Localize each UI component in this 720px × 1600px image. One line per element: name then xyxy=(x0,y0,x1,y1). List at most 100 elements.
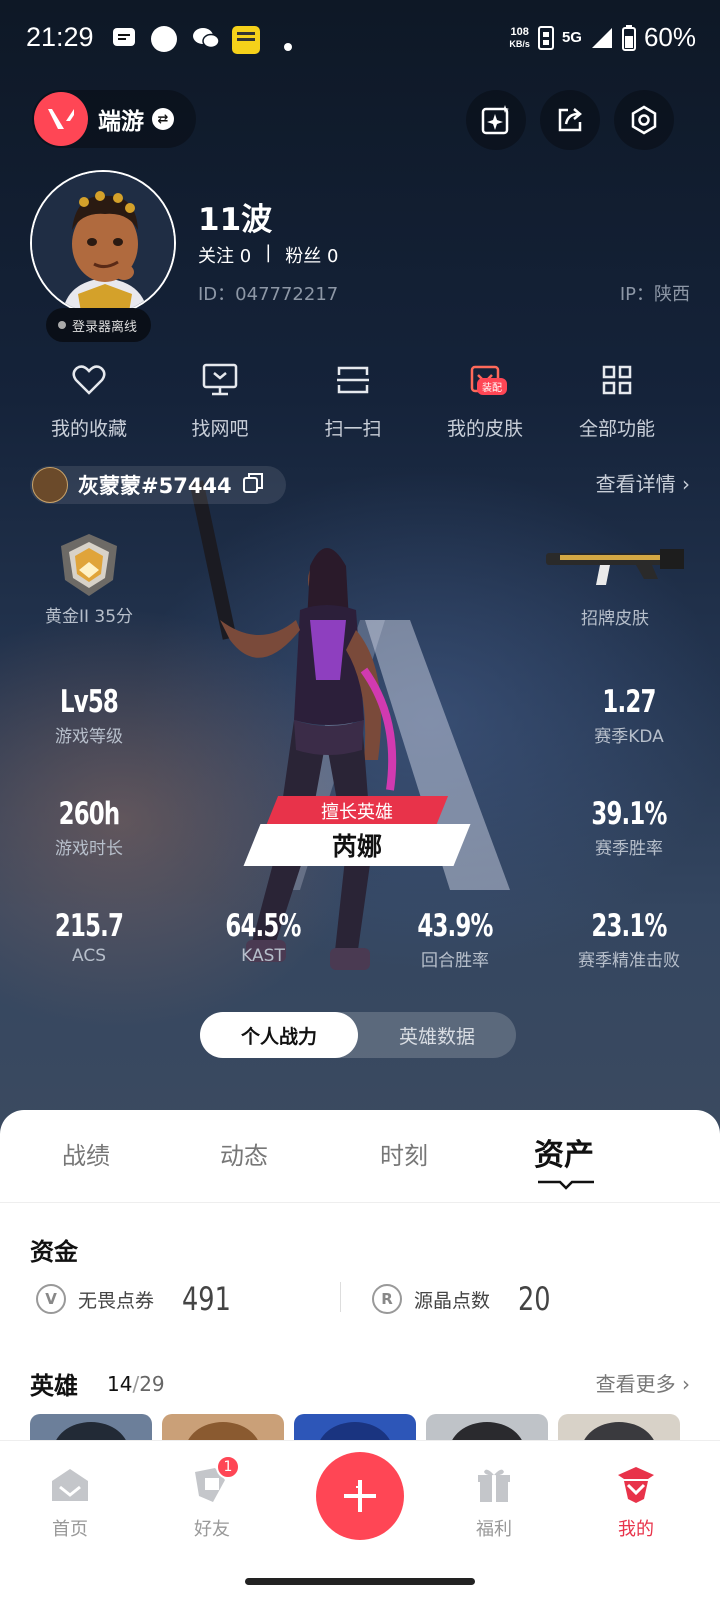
notification-icon xyxy=(112,26,136,52)
quick-action-favorites[interactable]: 我的收藏 xyxy=(24,360,154,441)
plus-icon xyxy=(344,1480,376,1512)
battery-icon xyxy=(621,24,636,51)
heroes-total: 29 xyxy=(139,1372,165,1396)
copy-icon[interactable] xyxy=(242,472,264,498)
best-hero-tag: 擅长英雄 xyxy=(265,796,449,826)
ai-card-button[interactable] xyxy=(466,90,526,150)
fans-link[interactable]: 粉丝 0 xyxy=(285,242,338,268)
tab-record[interactable]: 战绩 xyxy=(62,1136,110,1171)
nav-me[interactable]: 我的 xyxy=(586,1461,686,1541)
radianite-points: R 源晶点数 20 xyxy=(372,1280,559,1318)
quick-action-label: 我的收藏 xyxy=(50,418,127,440)
fans-count: 0 xyxy=(327,246,339,267)
radianite-points-label: 源晶点数 xyxy=(414,1289,491,1312)
level-stat: Lv58 游戏等级 xyxy=(4,684,174,747)
quick-action-find-cafe[interactable]: 找网吧 xyxy=(155,360,285,441)
view-details-link[interactable]: 查看详情 › xyxy=(596,468,690,497)
network-speed-unit: KB/s xyxy=(509,38,530,49)
funds-title: 资金 xyxy=(30,1238,78,1266)
level-value: Lv58 xyxy=(59,684,119,720)
battery-level: 60% xyxy=(643,22,696,52)
avatar[interactable] xyxy=(30,170,176,316)
wechat-icon xyxy=(192,26,220,54)
network-speed: 108 KB/s xyxy=(509,26,530,50)
friends-icon xyxy=(162,1461,262,1509)
round-winrate-value: 43.9% xyxy=(417,908,493,944)
winrate-value: 39.1% xyxy=(591,796,667,832)
signature-skin-stat[interactable]: 招牌皮肤 xyxy=(530,540,700,629)
round-winrate-stat: 43.9% 回合胜率 xyxy=(370,908,540,971)
launcher-status-text: 登录器离线 xyxy=(72,319,138,335)
signature-skin-label: 招牌皮肤 xyxy=(581,609,649,629)
settings-button[interactable] xyxy=(614,90,674,150)
tab-assets[interactable]: 资产 xyxy=(534,1130,594,1174)
quick-actions: 我的收藏 找网吧 扫一扫 装配 我的皮肤 全部功能 xyxy=(0,360,720,440)
playtime-stat: 260h 游戏时长 xyxy=(4,796,174,859)
hero-data-tab[interactable]: 英雄数据 xyxy=(358,1012,516,1058)
rank-stat[interactable]: 黄金II 35分 xyxy=(4,532,174,627)
valorant-points-icon: V xyxy=(36,1284,66,1314)
friends-badge: 1 xyxy=(216,1455,240,1479)
quick-action-label: 我的皮肤 xyxy=(446,418,523,440)
riot-id: 灰蒙蒙#57444 xyxy=(78,474,232,498)
winrate-label: 赛季胜率 xyxy=(595,839,663,859)
status-time: 21:29 xyxy=(26,22,94,52)
share-button[interactable] xyxy=(540,90,600,150)
circle-app-icon xyxy=(150,26,178,58)
view-more-label: 查看更多 xyxy=(595,1372,676,1396)
riot-id-tag[interactable]: 灰蒙蒙#57444 xyxy=(30,466,286,504)
view-details-label: 查看详情 xyxy=(595,472,676,496)
rank-label: 黄金II 35分 xyxy=(44,607,134,627)
nav-label: 好友 xyxy=(194,1519,230,1540)
chevron-right-icon: › xyxy=(682,472,690,496)
nav-label: 福利 xyxy=(476,1519,512,1540)
offline-dot-icon xyxy=(58,321,66,329)
precision-kill-stat: 23.1% 赛季精准击败 xyxy=(544,908,714,971)
nav-welfare[interactable]: 福利 xyxy=(444,1461,544,1541)
add-post-button[interactable] xyxy=(316,1452,404,1540)
gift-icon xyxy=(444,1461,544,1509)
quick-action-label: 扫一扫 xyxy=(324,418,382,440)
share-icon xyxy=(558,108,582,132)
chevron-right-icon: › xyxy=(682,1372,690,1396)
dot-icon xyxy=(284,36,292,55)
level-label: 游戏等级 xyxy=(55,727,123,747)
view-more-heroes-link[interactable]: 查看更多 › xyxy=(596,1368,690,1397)
rifle-skin-icon xyxy=(530,540,700,590)
monitor-icon xyxy=(155,360,285,400)
following-link[interactable]: 关注 0 xyxy=(198,242,251,268)
winrate-stat: 39.1% 赛季胜率 xyxy=(544,796,714,859)
best-hero-name-text: 芮娜 xyxy=(331,832,382,861)
radianite-points-icon: R xyxy=(372,1284,402,1314)
tab-moments-feed[interactable]: 动态 xyxy=(220,1136,268,1171)
fans-label: 粉丝 xyxy=(285,246,322,267)
status-bar: 21:29 108 KB/s 5G 60% xyxy=(0,0,720,80)
network-speed-value: 108 xyxy=(510,25,529,38)
quick-action-my-skins[interactable]: 装配 我的皮肤 xyxy=(420,360,550,441)
fund-divider xyxy=(340,1282,341,1312)
tab-moments[interactable]: 时刻 xyxy=(380,1136,428,1171)
following-label: 关注 xyxy=(198,246,234,267)
quick-action-scan[interactable]: 扫一扫 xyxy=(288,360,418,441)
nav-home[interactable]: 首页 xyxy=(20,1461,120,1541)
nav-label: 我的 xyxy=(618,1519,654,1540)
app-badge-icon xyxy=(232,26,260,58)
network-type: 5G xyxy=(561,29,582,46)
best-hero-banner[interactable]: 擅长英雄 芮娜 xyxy=(243,796,474,866)
launcher-status-badge: 登录器离线 xyxy=(46,308,152,342)
rank-gold-icon xyxy=(4,532,174,598)
tab-divider xyxy=(0,1202,720,1203)
nav-friends[interactable]: 1 好友 xyxy=(162,1455,262,1541)
quick-action-all-features[interactable]: 全部功能 xyxy=(552,360,682,441)
valorant-points-label: 无畏点券 xyxy=(78,1289,155,1312)
personal-power-tab[interactable]: 个人战力 xyxy=(200,1012,358,1058)
home-icon xyxy=(20,1461,120,1509)
acs-label: ACS xyxy=(72,946,106,966)
home-indicator[interactable] xyxy=(245,1578,475,1585)
game-switch-button[interactable]: 端游 ⇄ xyxy=(32,90,196,148)
heroes-owned: 14 xyxy=(107,1372,133,1396)
acs-stat: 215.7 ACS xyxy=(4,908,174,966)
user-id: ID：047772217 xyxy=(198,284,339,305)
kast-label: KAST xyxy=(241,946,285,966)
grid-icon xyxy=(552,360,682,400)
